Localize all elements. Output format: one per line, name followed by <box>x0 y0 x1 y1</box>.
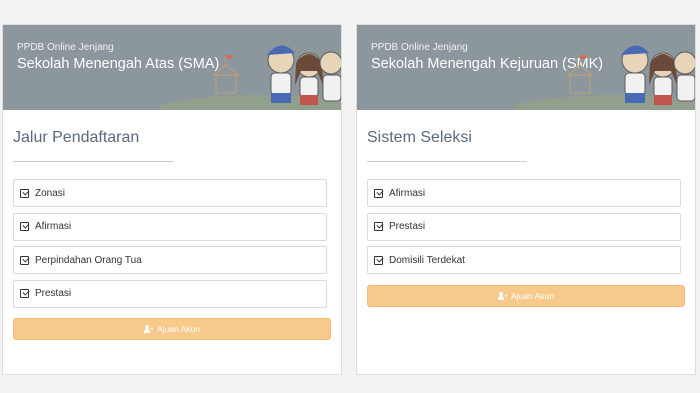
option-label: Prestasi <box>35 288 72 299</box>
section-title: Sistem Seleksi <box>367 129 472 146</box>
option-label: Domisili Terdekat <box>389 254 465 266</box>
check-square-icon <box>374 255 383 265</box>
ajuan-akun-button[interactable]: + Ajuan Akun <box>367 285 685 307</box>
option-label: Prestasi <box>389 221 426 232</box>
option-label: Zonasi <box>35 187 66 199</box>
option-label: Afirmasi <box>35 221 72 232</box>
check-square-icon <box>20 222 29 231</box>
banner-subtitle: PPDB Online Jenjang <box>17 42 114 53</box>
students-illustration <box>161 45 341 110</box>
banner-smk: PPDB Online Jenjang Sekolah Menengah Kej… <box>357 25 695 110</box>
title-divider <box>13 161 173 162</box>
check-square-icon <box>374 188 383 198</box>
option-zonasi[interactable]: Zonasi <box>13 179 327 207</box>
option-afirmasi[interactable]: Afirmasi <box>13 212 327 241</box>
options-list: Zonasi Afirmasi Perpindahan Orang Tua Pr… <box>13 179 327 313</box>
option-prestasi[interactable]: Prestasi <box>367 212 681 241</box>
option-afirmasi[interactable]: Afirmasi <box>367 179 681 207</box>
check-square-icon <box>374 222 383 231</box>
students-illustration <box>515 45 695 110</box>
user-plus-icon: + <box>143 325 154 333</box>
title-divider <box>367 161 527 162</box>
card-smk: PPDB Online Jenjang Sekolah Menengah Kej… <box>356 24 696 375</box>
option-prestasi[interactable]: Prestasi <box>13 279 327 308</box>
check-square-icon <box>20 188 29 198</box>
check-square-icon <box>20 289 29 298</box>
option-perpindahan-orang-tua[interactable]: Perpindahan Orang Tua <box>13 246 327 274</box>
options-list: Afirmasi Prestasi Domisili Terdekat <box>367 179 681 280</box>
section-title: Jalur Pendaftaran <box>13 129 140 146</box>
user-plus-icon: + <box>497 292 508 300</box>
banner-sma: PPDB Online Jenjang Sekolah Menengah Ata… <box>3 25 341 110</box>
option-label: Perpindahan Orang Tua <box>35 254 142 266</box>
option-domisili-terdekat[interactable]: Domisili Terdekat <box>367 246 681 274</box>
button-label: Ajuan Akun <box>156 324 200 334</box>
option-label: Afirmasi <box>389 187 426 199</box>
ajuan-akun-button[interactable]: + Ajuan Akun <box>13 318 331 340</box>
banner-subtitle: PPDB Online Jenjang <box>371 42 468 53</box>
button-label: Ajuan Akun <box>510 291 554 301</box>
check-square-icon <box>20 255 29 265</box>
card-sma: PPDB Online Jenjang Sekolah Menengah Ata… <box>2 24 342 375</box>
